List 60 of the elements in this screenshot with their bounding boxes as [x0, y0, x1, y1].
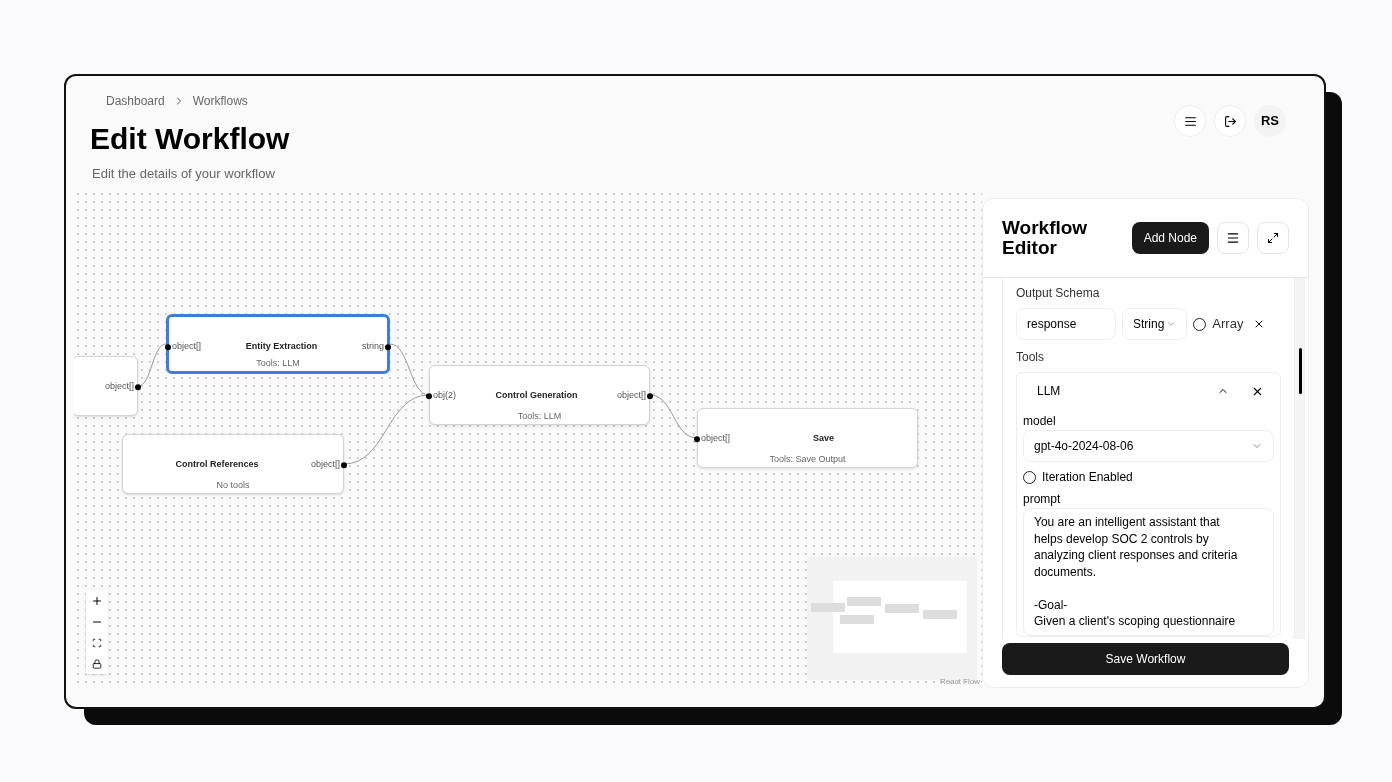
node-card[interactable]: object[] Entity Extraction string Tools: LLM: [166, 314, 390, 374]
lock-icon: [92, 658, 102, 669]
node-title: Control Generation: [495, 389, 578, 403]
chevron-down-icon: [1166, 319, 1177, 329]
save-workflow-button[interactable]: Save Workflow: [1002, 643, 1289, 675]
logout-icon: [1223, 114, 1237, 128]
menu-button[interactable]: [1217, 222, 1249, 254]
name-input-field[interactable]: response: [1016, 308, 1116, 340]
list-icon: [1183, 114, 1197, 128]
field-label: prompt: [1023, 491, 1062, 508]
node-title: Save: [813, 432, 835, 446]
checkbox-label: Array: [1212, 315, 1244, 334]
port-label: object[]: [172, 340, 202, 354]
port-handle[interactable]: [165, 344, 171, 350]
logout-button[interactable]: [1214, 105, 1246, 137]
prompt-field[interactable]: You are an intelligent assistant that helps develop SOC 2 controls by analyzing client responses and criteria documents. -Goal- Given a client's scoping questionnaire: [1023, 508, 1274, 636]
panel-title: Workflow Editor: [1002, 218, 1089, 258]
breadcrumb-link[interactable]: Workflows: [192, 92, 248, 110]
checkbox-label: Iteration Enabled: [1042, 469, 1133, 486]
breadcrumb-link[interactable]: Dashboard: [106, 92, 165, 110]
plus-icon: [91, 594, 103, 607]
port-label: object[]: [616, 389, 646, 403]
port-handle[interactable]: [341, 462, 347, 468]
node-title: Control References: [175, 458, 259, 472]
section-label: Tools: [1016, 349, 1045, 366]
user-avatar[interactable]: RS: [1254, 105, 1286, 137]
checkbox[interactable]: [1023, 470, 1036, 484]
add-node-button[interactable]: Add Node: [1131, 222, 1209, 254]
node-tools-text: No tools: [216, 478, 250, 492]
node-tools-text: Tools: LLM: [256, 356, 300, 370]
tool-name: LLM: [1037, 383, 1061, 400]
port-label: object[]: [104, 380, 134, 394]
scrollbar[interactable]: [1295, 278, 1305, 639]
list-button[interactable]: [1174, 105, 1206, 137]
checkbox[interactable]: [1193, 317, 1207, 331]
type-dropdown[interactable]: String: [1122, 308, 1188, 340]
port-label: object[]: [701, 432, 731, 446]
port-label: obj(2): [433, 389, 456, 403]
port-handle[interactable]: [647, 393, 653, 399]
section-label: Output Schema: [1016, 285, 1101, 302]
node-title: Entity Extraction: [245, 340, 318, 354]
field-label: model: [1023, 413, 1057, 430]
port-handle[interactable]: [694, 436, 700, 442]
model-dropdown[interactable]: gpt-4o-2024-08-06: [1023, 430, 1274, 462]
node-tools-text: Tools: LLM: [517, 409, 562, 423]
port-handle[interactable]: [385, 344, 391, 350]
port-label: object[]: [310, 458, 340, 472]
expand-icon: [1267, 232, 1279, 244]
page-title: Edit Workflow: [90, 121, 290, 157]
port-handle[interactable]: [135, 384, 141, 390]
port-handle[interactable]: [426, 393, 432, 399]
node-card[interactable]: obj(2) Control Generation object[] Tools: LLM: [429, 365, 650, 425]
node-card[interactable]: object[]: [74, 356, 138, 416]
node-card[interactable]: Control References object[] No tools: [122, 434, 344, 494]
menu-icon: [1226, 231, 1240, 245]
node-card[interactable]: object[] Save Tools: Save Output: [697, 408, 918, 468]
node-tools-text: Tools: Save Output: [769, 452, 846, 466]
page-subtitle: Edit the details of your workflow: [92, 164, 276, 183]
fit-view-icon: [92, 637, 102, 648]
port-label: string: [362, 340, 384, 354]
